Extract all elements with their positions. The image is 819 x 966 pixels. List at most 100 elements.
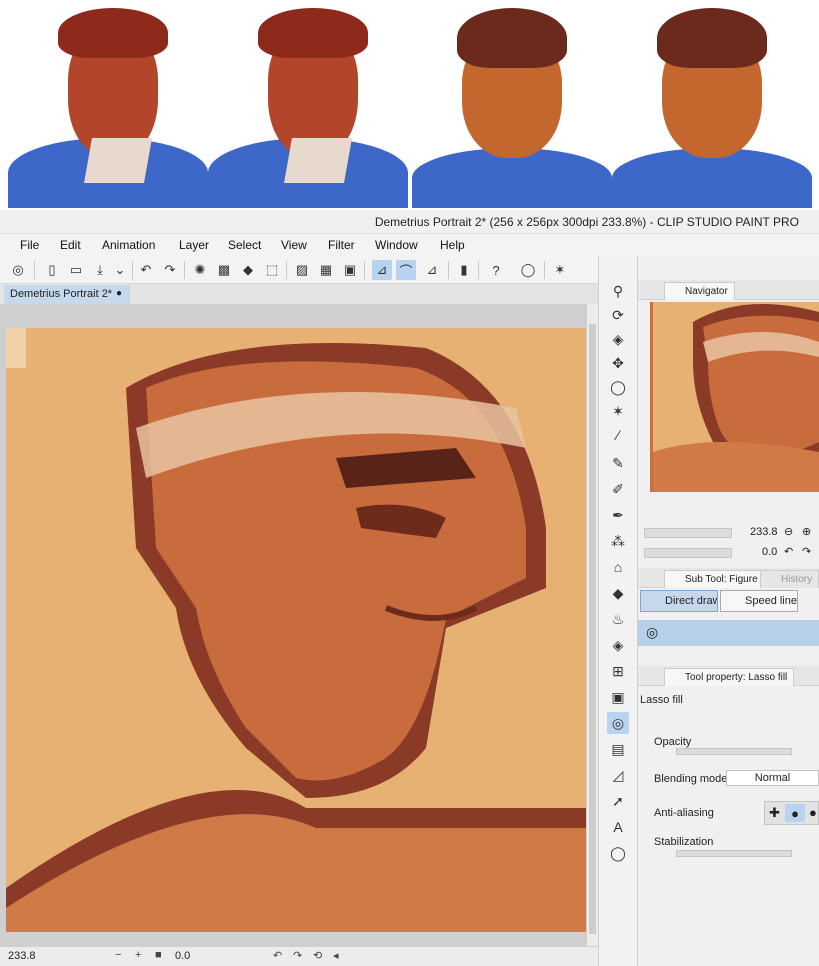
rotation-angle[interactable]: 0.0 bbox=[175, 950, 190, 962]
rotate-right-icon[interactable]: ↷ bbox=[293, 949, 302, 962]
figure-tool-icon[interactable]: ◎ bbox=[607, 712, 629, 734]
menu-animation[interactable]: Animation bbox=[102, 238, 155, 252]
gradient-tool-icon[interactable]: ▣ bbox=[607, 686, 629, 708]
cube-tool-icon[interactable]: ◈ bbox=[607, 328, 629, 350]
toolbar-separator bbox=[478, 261, 479, 279]
vertical-scrollbar[interactable] bbox=[586, 304, 598, 946]
blend-tool-icon[interactable]: ♨ bbox=[607, 608, 629, 630]
lasso-tool-icon[interactable]: ◯ bbox=[607, 376, 629, 398]
menu-select[interactable]: Select bbox=[228, 238, 261, 252]
stabilization-slider[interactable] bbox=[676, 850, 792, 857]
lasso-icon[interactable]: ◯ bbox=[518, 260, 538, 280]
lasso-subtool-row[interactable]: ◎ bbox=[638, 620, 819, 646]
rotate-right-icon[interactable]: ↷ bbox=[802, 545, 811, 558]
pencil-tool-icon[interactable]: ✐ bbox=[607, 478, 629, 500]
opacity-label: Opacity bbox=[654, 736, 692, 748]
reset-rotation-icon[interactable]: ⟲ bbox=[313, 949, 322, 962]
menu-filter[interactable]: Filter bbox=[328, 238, 355, 252]
menu-help[interactable]: Help bbox=[440, 238, 465, 252]
save-icon[interactable]: ⤓ bbox=[90, 260, 110, 280]
invert-selection-icon[interactable]: ▦ bbox=[316, 260, 336, 280]
eyedropper-tool-icon[interactable]: ⁄ bbox=[607, 424, 629, 446]
magic-wand-icon[interactable]: ✶ bbox=[550, 260, 570, 280]
transform-icon[interactable]: ⬚ bbox=[262, 260, 282, 280]
zoom-tool-icon[interactable]: ⚲ bbox=[607, 280, 629, 302]
show-selection-icon[interactable]: ▣ bbox=[340, 260, 360, 280]
opacity-slider[interactable] bbox=[676, 748, 792, 755]
subtool-speed-line[interactable]: Speed line bbox=[720, 590, 798, 612]
snap-special-ruler-icon[interactable]: ⌒ bbox=[396, 260, 416, 280]
stabilization-label: Stabilization bbox=[654, 836, 714, 848]
zoom-slider[interactable] bbox=[644, 528, 732, 538]
menu-window[interactable]: Window bbox=[375, 238, 418, 252]
redo-icon[interactable]: ↷ bbox=[160, 260, 180, 280]
zoom-in-circle-icon[interactable]: ⊕ bbox=[802, 525, 811, 538]
navigator-preview[interactable] bbox=[650, 302, 819, 492]
ruler-tool-icon[interactable]: ◿ bbox=[607, 764, 629, 786]
menu-view[interactable]: View bbox=[281, 238, 307, 252]
fill-icon[interactable]: ◆ bbox=[238, 260, 258, 280]
magic-wand-tool-icon[interactable]: ✶ bbox=[607, 400, 629, 422]
pattern-tool-icon[interactable]: ⊞ bbox=[607, 660, 629, 682]
blending-mode-select[interactable]: Normal bbox=[726, 770, 819, 786]
zoom-out-circle-icon[interactable]: ⊖ bbox=[784, 525, 793, 538]
modified-indicator: ● bbox=[115, 288, 122, 299]
aa-weak-icon[interactable]: ● bbox=[785, 804, 805, 822]
move-tool-icon[interactable]: ✥ bbox=[607, 352, 629, 374]
tool-property-tab[interactable]: Tool property: Lasso fill bbox=[664, 668, 795, 686]
object-tool-icon[interactable]: ➚ bbox=[607, 790, 629, 812]
toolbar-separator bbox=[364, 261, 365, 279]
aa-none-icon[interactable]: ✚ bbox=[769, 805, 780, 821]
canvas-area[interactable] bbox=[0, 304, 598, 946]
scrollbar-thumb[interactable] bbox=[589, 324, 596, 934]
toolbar-separator bbox=[34, 261, 35, 279]
subtool-tab[interactable]: Sub Tool: Figure bbox=[664, 570, 765, 588]
navigator-tab[interactable]: Navigator bbox=[664, 282, 735, 300]
anti-aliasing-selector[interactable]: ✚ ● ● bbox=[764, 801, 819, 825]
rotate-left-icon[interactable]: ↶ bbox=[273, 949, 282, 962]
menu-edit[interactable]: Edit bbox=[60, 238, 81, 252]
zoom-level[interactable]: 233.8 bbox=[8, 950, 36, 962]
clear-selection-icon[interactable]: ✺ bbox=[190, 260, 210, 280]
stop-icon[interactable]: ■ bbox=[155, 949, 162, 961]
status-bar: 233.8 − + ■ 0.0 ↶ ↷ ⟲ ◂ bbox=[0, 946, 598, 966]
command-bar: ◎ ▯ ▭ ⤓ ⌄ ↶ ↷ ✺ ▩ ◆ ⬚ ▨ ▦ ▣ ⊿ ⌒ ⊿ ▮ ? ◯ … bbox=[0, 256, 598, 284]
subtool-tab-label: Sub Tool: Figure bbox=[685, 574, 758, 585]
frame-tool-icon[interactable]: ▤ bbox=[607, 738, 629, 760]
flip-icon[interactable]: ◂ bbox=[333, 949, 339, 962]
balloon-tool-icon[interactable]: ◯ bbox=[607, 842, 629, 864]
new-file-icon[interactable]: ▯ bbox=[42, 260, 62, 280]
menu-layer[interactable]: Layer bbox=[179, 238, 209, 252]
operation-tool-icon[interactable]: ⟳ bbox=[607, 304, 629, 326]
clear-outside-icon[interactable]: ▩ bbox=[214, 260, 234, 280]
history-tab[interactable]: History bbox=[760, 570, 819, 588]
chevron-down-icon[interactable]: ⌄ bbox=[110, 260, 130, 280]
pen-tool-icon[interactable]: ✎ bbox=[607, 452, 629, 474]
decoration-tool-icon[interactable]: ⌂ bbox=[607, 556, 629, 578]
reference-portraits bbox=[0, 0, 819, 210]
fill-tool-icon[interactable]: ◈ bbox=[607, 634, 629, 656]
drawing-canvas[interactable] bbox=[6, 328, 586, 932]
undo-icon[interactable]: ↶ bbox=[136, 260, 156, 280]
snap-ruler-icon[interactable]: ⊿ bbox=[372, 260, 392, 280]
airbrush-tool-icon[interactable]: ⁂ bbox=[607, 530, 629, 552]
toolbar-separator bbox=[286, 261, 287, 279]
brush-tool-icon[interactable]: ✒ bbox=[607, 504, 629, 526]
aa-strong-icon[interactable]: ● bbox=[809, 805, 817, 820]
help-icon[interactable]: ? bbox=[486, 260, 506, 280]
document-tab[interactable]: Demetrius Portrait 2* ● bbox=[4, 285, 130, 304]
text-tool-icon[interactable]: A bbox=[607, 816, 629, 838]
smartphone-icon[interactable]: ▮ bbox=[454, 260, 474, 280]
eraser-tool-icon[interactable]: ◆ bbox=[607, 582, 629, 604]
pixel-portrait-2 bbox=[612, 8, 812, 208]
zoom-in-icon[interactable]: + bbox=[135, 949, 141, 961]
deselect-icon[interactable]: ▨ bbox=[292, 260, 312, 280]
open-folder-icon[interactable]: ▭ bbox=[66, 260, 86, 280]
clip-studio-icon[interactable]: ◎ bbox=[8, 260, 28, 280]
menu-file[interactable]: File bbox=[20, 238, 39, 252]
snap-grid-icon[interactable]: ⊿ bbox=[422, 260, 442, 280]
rotation-slider[interactable] bbox=[644, 548, 732, 558]
zoom-out-icon[interactable]: − bbox=[115, 949, 121, 961]
subtool-direct-draw[interactable]: Direct draw bbox=[640, 590, 718, 612]
rotate-left-icon[interactable]: ↶ bbox=[784, 545, 793, 558]
